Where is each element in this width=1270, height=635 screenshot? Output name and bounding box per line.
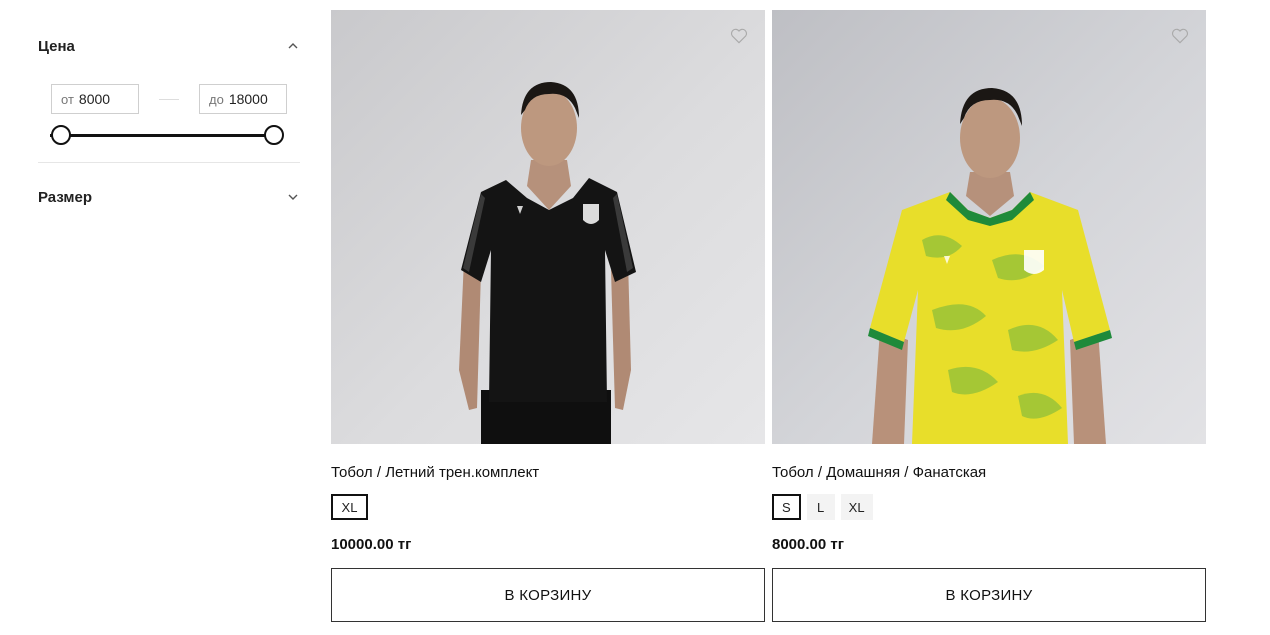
price-filter-title: Цена — [38, 37, 75, 55]
size-option-s[interactable]: S — [772, 494, 801, 520]
size-option-xl[interactable]: XL — [331, 494, 368, 520]
product-card: Тобол / Летний трен.комплект XL 10000.00… — [331, 10, 765, 622]
heart-icon[interactable] — [729, 26, 749, 46]
slider-track — [50, 134, 276, 137]
product-photo[interactable] — [331, 10, 765, 444]
price-from-prefix: от — [61, 91, 74, 107]
product-title[interactable]: Тобол / Домашняя / Фанатская — [772, 464, 1206, 482]
size-options: S L XL — [772, 494, 1206, 522]
slider-min-handle[interactable] — [51, 125, 71, 145]
product-price: 10000.00 тг — [331, 536, 412, 553]
product-photo[interactable] — [772, 10, 1206, 444]
model-in-black-kit-image — [459, 82, 636, 444]
price-range-slider[interactable] — [38, 124, 288, 146]
price-filter-header[interactable]: Цена — [38, 30, 300, 62]
price-to-prefix: до — [209, 91, 224, 107]
chevron-up-icon[interactable] — [286, 39, 300, 53]
product-card: Тобол / Домашняя / Фанатская S L XL 8000… — [772, 10, 1206, 622]
filters-sidebar: Цена от 8000 до 18000 Размер — [38, 30, 300, 213]
heart-icon[interactable] — [1170, 26, 1190, 46]
add-to-cart-button[interactable]: В КОРЗИНУ — [772, 568, 1206, 622]
price-to-value: 18000 — [228, 91, 268, 107]
model-in-yellow-kit-image — [868, 88, 1112, 444]
add-to-cart-button[interactable]: В КОРЗИНУ — [331, 568, 765, 622]
product-title[interactable]: Тобол / Летний трен.комплект — [331, 464, 765, 482]
size-filter-header[interactable]: Размер — [38, 181, 300, 213]
price-from-field[interactable]: от 8000 — [51, 84, 139, 114]
price-to-field[interactable]: до 18000 — [199, 84, 287, 114]
size-option-xl[interactable]: XL — [840, 494, 873, 520]
filter-divider — [38, 162, 300, 163]
price-range-inputs: от 8000 до 18000 — [51, 84, 300, 114]
slider-max-handle[interactable] — [264, 125, 284, 145]
size-options: XL — [331, 494, 765, 522]
range-dash — [159, 98, 179, 100]
chevron-down-icon[interactable] — [286, 190, 300, 204]
product-price: 8000.00 тг — [772, 536, 844, 553]
size-filter-title: Размер — [38, 188, 93, 206]
price-from-value: 8000 — [78, 91, 111, 107]
size-option-l[interactable]: L — [806, 494, 835, 520]
